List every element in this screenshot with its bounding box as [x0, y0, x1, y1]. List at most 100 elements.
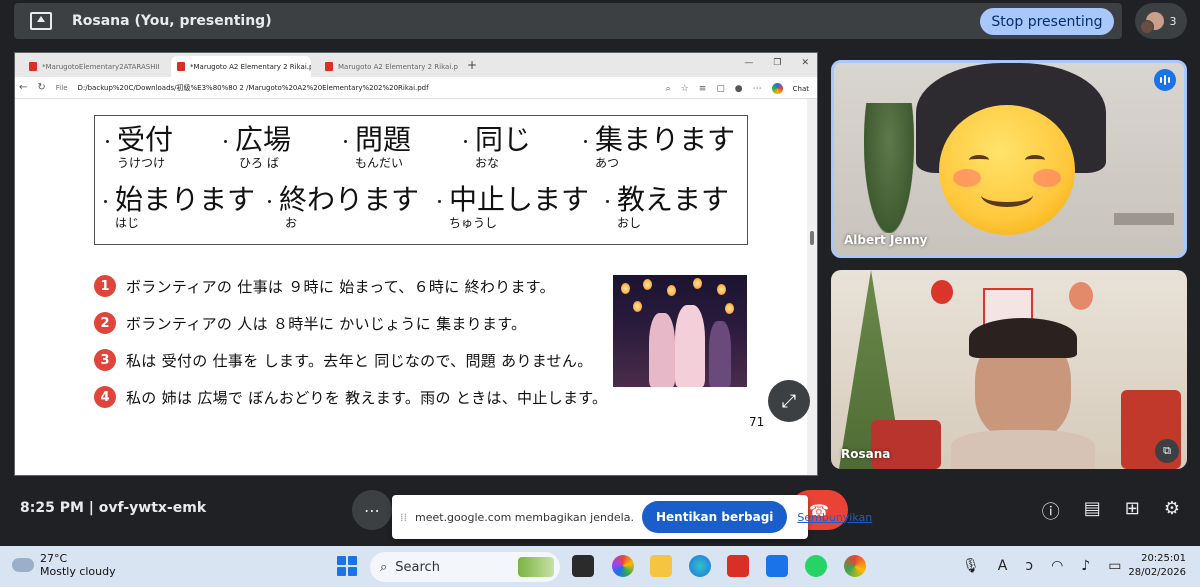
sentence-number: 2 [94, 312, 116, 334]
sentence-text: ボランティアの 仕事は ９時に 始まって、６時に 終わります。 [126, 277, 555, 296]
copilot-icon[interactable] [771, 83, 783, 94]
search-highlight-image [518, 557, 554, 577]
vocab-bullet [584, 140, 587, 143]
sentence-text: 私は 受付の 仕事を します。去年と 同じなので、問題 ありません。 [126, 351, 593, 370]
vocab-item: 問題 もんだい [344, 123, 412, 170]
search-label: Search [395, 559, 440, 575]
profile-icon[interactable]: ● [735, 84, 743, 94]
vocab-furigana: おな [475, 156, 500, 170]
browser-tab-1[interactable]: *MarugotoElementary2ATARASHII ✕ [23, 56, 163, 77]
vocab-kanji: 教えます [617, 183, 730, 216]
vocab-furigana: もんだい [355, 156, 404, 170]
system-tray: 🎙 A ↄ ◠ ♪ ▭ [962, 558, 1121, 574]
vocab-furigana: はじ [115, 216, 140, 230]
vocab-bullet [104, 200, 107, 203]
store-icon[interactable] [766, 555, 788, 577]
shared-window: *MarugotoElementary2ATARASHII ✕ *Marugot… [14, 52, 818, 476]
info-icon[interactable]: ⓘ [1042, 498, 1060, 524]
tab-label: *MarugotoElementary2ATARASHII [42, 62, 160, 71]
video-tile-albert[interactable]: Albert Jenny [831, 60, 1187, 258]
sentence-text: ボランティアの 人は ８時半に かいじょうに 集まります。 [126, 314, 527, 333]
vocab-item: 同じ おな [464, 124, 531, 170]
collections-icon[interactable]: ▢ [716, 84, 725, 94]
vocab-item: 広場 ひろ ば [224, 124, 291, 170]
sentence-1: 1 ボランティアの 仕事は ９時に 始まって、６時に 終わります。 [94, 275, 555, 297]
vocab-item: 終わります お [268, 184, 419, 230]
dancer-figure [709, 321, 731, 387]
dancer-figure [649, 313, 675, 387]
vocab-kanji: 集まります [595, 123, 736, 156]
cloudy-weather-icon [12, 552, 34, 572]
window-controls: — ❐ ✕ [744, 58, 809, 68]
system-clock[interactable]: 20:25:01 28/02/2026 [1128, 552, 1186, 580]
vocab-bullet [268, 200, 271, 203]
activities-icon[interactable]: ⊞ [1125, 498, 1140, 524]
taskbar-search[interactable]: ⌕ Search [370, 552, 560, 582]
microphone-icon[interactable]: 🎙 [962, 558, 980, 574]
chrome-icon[interactable] [844, 555, 866, 577]
more-options-button[interactable]: ⋯ [352, 490, 392, 530]
menu-icon[interactable]: ⋯ [753, 84, 762, 94]
pdf-icon [29, 62, 37, 71]
browser-tab-3[interactable]: Marugoto A2 Elementary 2 Rikai.p ✕ [319, 56, 459, 77]
refresh-icon[interactable]: ↻ [37, 82, 45, 93]
font-icon[interactable]: A [998, 558, 1008, 574]
edge-browser-icon[interactable] [689, 555, 711, 577]
favorites-list-icon[interactable]: ≡ [699, 84, 707, 94]
drag-handle-icon[interactable]: ⁞⁞ [400, 511, 407, 524]
festival-photo [613, 275, 747, 387]
chat-label[interactable]: Chat [793, 85, 809, 93]
video-tile-rosana[interactable]: Rosana ⧉ [831, 270, 1187, 469]
chat-icon[interactable]: ▤ [1084, 498, 1101, 524]
stop-sharing-button[interactable]: Hentikan berbagi [641, 501, 788, 533]
lantern-icon [693, 278, 702, 289]
lantern-icon [717, 284, 726, 295]
vocab-kanji: 問題 [355, 123, 412, 156]
copilot-app-icon[interactable] [612, 555, 634, 577]
scroll-thumb[interactable] [810, 231, 814, 245]
whatsapp-icon[interactable] [805, 555, 827, 577]
url-field[interactable]: D:/backup%20C/Downloads/初級%E3%80%80 2 /M… [78, 83, 429, 93]
browser-tab-2[interactable]: *Marugoto A2 Elementary 2 Rikai.p ✕ [171, 56, 311, 77]
presenting-bar: Rosana (You, presenting) Stop presenting [14, 3, 1122, 39]
lantern-icon [643, 279, 652, 290]
pen-icon[interactable]: ↄ [1025, 558, 1033, 574]
minimize-icon[interactable]: — [744, 58, 753, 68]
back-icon[interactable]: ← [19, 82, 27, 93]
task-view-icon[interactable] [572, 555, 594, 577]
person-hair [969, 318, 1077, 358]
weather-widget[interactable]: 27°C Mostly cloudy [12, 552, 116, 578]
vocab-item: 中止します ちゅうし [438, 184, 589, 230]
vocab-item: 受付 うけつけ [106, 124, 173, 170]
battery-icon[interactable]: ▭ [1108, 558, 1121, 574]
picture-in-picture-icon[interactable]: ⧉ [1155, 439, 1179, 463]
file-explorer-icon[interactable] [650, 555, 672, 577]
volume-icon[interactable]: ♪ [1081, 558, 1090, 574]
favorite-icon[interactable]: ☆ [681, 84, 689, 94]
pdf-scrollbar[interactable] [807, 99, 817, 475]
lantern-icon [725, 303, 734, 314]
screen-share-banner: ⁞⁞ meet.google.com membagikan jendela. H… [392, 495, 872, 539]
clock-date: 28/02/2026 [1128, 567, 1186, 578]
l-app-icon[interactable] [727, 555, 749, 577]
vocab-bullet [344, 140, 347, 143]
participant-name: Albert Jenny [844, 233, 928, 247]
new-tab-button[interactable]: + [467, 58, 477, 72]
hide-banner-link[interactable]: Sembunyikan [797, 511, 872, 524]
wifi-icon[interactable]: ◠ [1051, 558, 1063, 574]
windows-start-icon[interactable] [337, 556, 357, 576]
vocab-bullet [464, 140, 467, 143]
host-controls-icon[interactable]: ⚙ [1164, 498, 1180, 524]
lantern-icon [633, 301, 642, 312]
zoom-icon[interactable]: ⌕ [666, 84, 671, 94]
maximize-icon[interactable]: ❐ [773, 58, 781, 68]
vocabulary-box: 受付 うけつけ 広場 ひろ ば 問題 もんだい 同じ おな 集まります あつ 始… [94, 115, 748, 245]
expand-icon[interactable]: ⤢ [768, 380, 810, 422]
search-icon: ⌕ [380, 559, 388, 575]
stop-presenting-button[interactable]: Stop presenting [980, 8, 1114, 35]
close-window-icon[interactable]: ✕ [801, 58, 809, 68]
participants-button[interactable]: 3 [1135, 3, 1187, 39]
address-bar-actions: ⌕ ☆ ≡ ▢ ● ⋯ Chat [666, 83, 809, 94]
vocab-item: 教えます おし [606, 183, 730, 230]
tab-label: *Marugoto A2 Elementary 2 Rikai.p [190, 62, 311, 71]
